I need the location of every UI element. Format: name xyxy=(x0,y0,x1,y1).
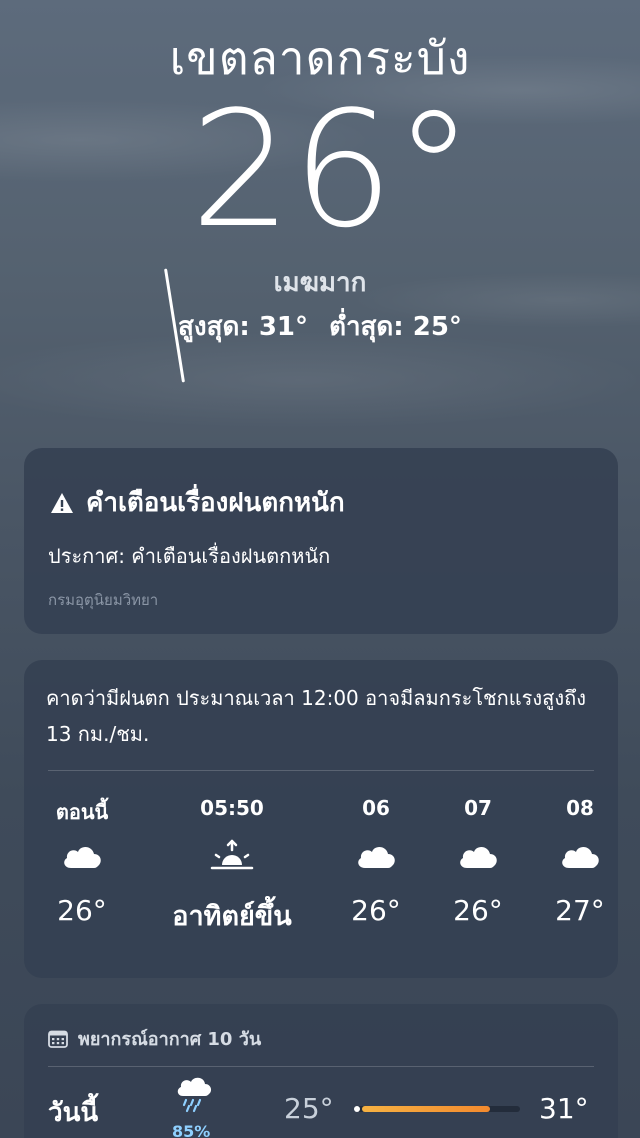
warning-triangle-icon xyxy=(51,492,73,513)
precipitation-chance: 85% xyxy=(172,1122,211,1138)
high-temperature: สูงสุด: 31° xyxy=(178,312,308,342)
alert-title: คำเตือนเรื่องฝนตกหนัก xyxy=(50,482,345,523)
hour-item: 07 26° xyxy=(442,796,514,927)
forecast-day: วันนี้ xyxy=(48,1098,99,1128)
severe-weather-alert-card[interactable]: คำเตือนเรื่องฝนตกหนัก ประกาศ: คำเตือนเรื… xyxy=(24,448,618,634)
low-temperature: ต่ำสุด: 25° xyxy=(329,312,462,342)
ten-day-forecast-card[interactable]: พยากรณ์อากาศ 10 วัน วันนี้ 85% 25° 31° xyxy=(24,1004,618,1138)
hour-temp: อาทิตย์ขึ้น xyxy=(172,901,292,932)
forecast-title: พยากรณ์อากาศ 10 วัน xyxy=(78,1029,262,1050)
forecast-header: พยากรณ์อากาศ 10 วัน xyxy=(48,1024,261,1053)
hour-label: 05:50 xyxy=(200,796,264,820)
hour-temp: 27° xyxy=(555,894,605,927)
hour-item: 06 26° xyxy=(340,796,412,927)
forecast-high: 31° xyxy=(539,1092,589,1125)
divider xyxy=(48,1066,594,1067)
alert-body: ประกาศ: คำเตือนเรื่องฝนตกหนัก xyxy=(48,544,331,568)
hour-label: 08 xyxy=(566,796,594,820)
hour-item: ตอนนี้ 26° xyxy=(46,796,118,927)
current-temp-dot xyxy=(354,1106,360,1112)
hour-label: ตอนนี้ xyxy=(55,800,109,824)
forecast-low: 25° xyxy=(284,1092,334,1125)
hour-item: 08 27° xyxy=(544,796,616,927)
hour-temp: 26° xyxy=(57,894,107,927)
calendar-icon xyxy=(48,1030,68,1048)
alert-title-text: คำเตือนเรื่องฝนตกหนัก xyxy=(86,488,345,518)
temperature-range-bar xyxy=(354,1106,520,1112)
current-weather-header: เขตลาดกระบัง 26° เมฆมาก สูงสุด: 31° ต่ำส… xyxy=(0,0,640,440)
hour-label: 07 xyxy=(464,796,492,820)
temperature-range-fill xyxy=(362,1106,490,1112)
divider xyxy=(48,770,594,771)
weather-condition: เมฆมาก xyxy=(273,268,367,298)
forecast-summary: คาดว่ามีฝนตก ประมาณเวลา 12:00 อาจมีลมกระ… xyxy=(46,686,586,746)
hour-temp: 26° xyxy=(453,894,503,927)
hour-label: 06 xyxy=(362,796,390,820)
cloud-rain-icon xyxy=(177,1077,212,1113)
high-low-temperatures: สูงสุด: 31° ต่ำสุด: 25° xyxy=(0,306,640,347)
current-temperature: 26° xyxy=(190,76,474,263)
sunrise-icon xyxy=(160,826,304,886)
hourly-forecast-card[interactable]: คาดว่ามีฝนตก ประมาณเวลา 12:00 อาจมีลมกระ… xyxy=(24,660,618,978)
cloud-icon xyxy=(46,826,118,886)
cloud-icon xyxy=(340,826,412,886)
hour-item: 05:50 อาทิตย์ขึ้น xyxy=(160,796,304,937)
hour-temp: 26° xyxy=(351,894,401,927)
cloud-icon xyxy=(442,826,514,886)
alert-source[interactable]: กรมอุตุนิยมวิทยา xyxy=(48,588,158,612)
cloud-icon xyxy=(544,826,616,886)
